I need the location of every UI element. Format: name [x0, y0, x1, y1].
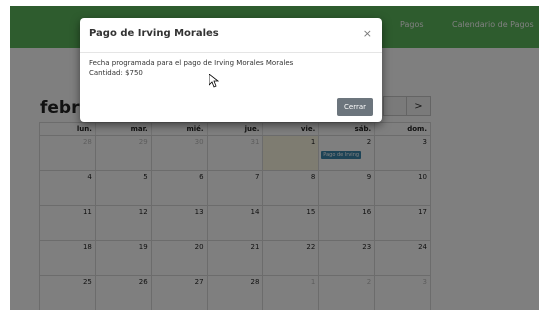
close-button[interactable]: Cerrar [337, 98, 373, 116]
modal-header: Pago de Irving Morales × [80, 18, 382, 53]
modal-footer: Cerrar [337, 94, 373, 116]
modal-schedule-text: Fecha programada para el pago de Irving … [89, 59, 294, 67]
modal-body: Fecha programada para el pago de Irving … [80, 53, 382, 83]
close-icon[interactable]: × [363, 27, 372, 40]
mouse-cursor-icon [209, 74, 219, 88]
payment-modal: Pago de Irving Morales × Fecha programad… [80, 18, 382, 122]
modal-title: Pago de Irving Morales [89, 28, 219, 39]
modal-amount-text: Cantidad: $750 [89, 69, 143, 77]
